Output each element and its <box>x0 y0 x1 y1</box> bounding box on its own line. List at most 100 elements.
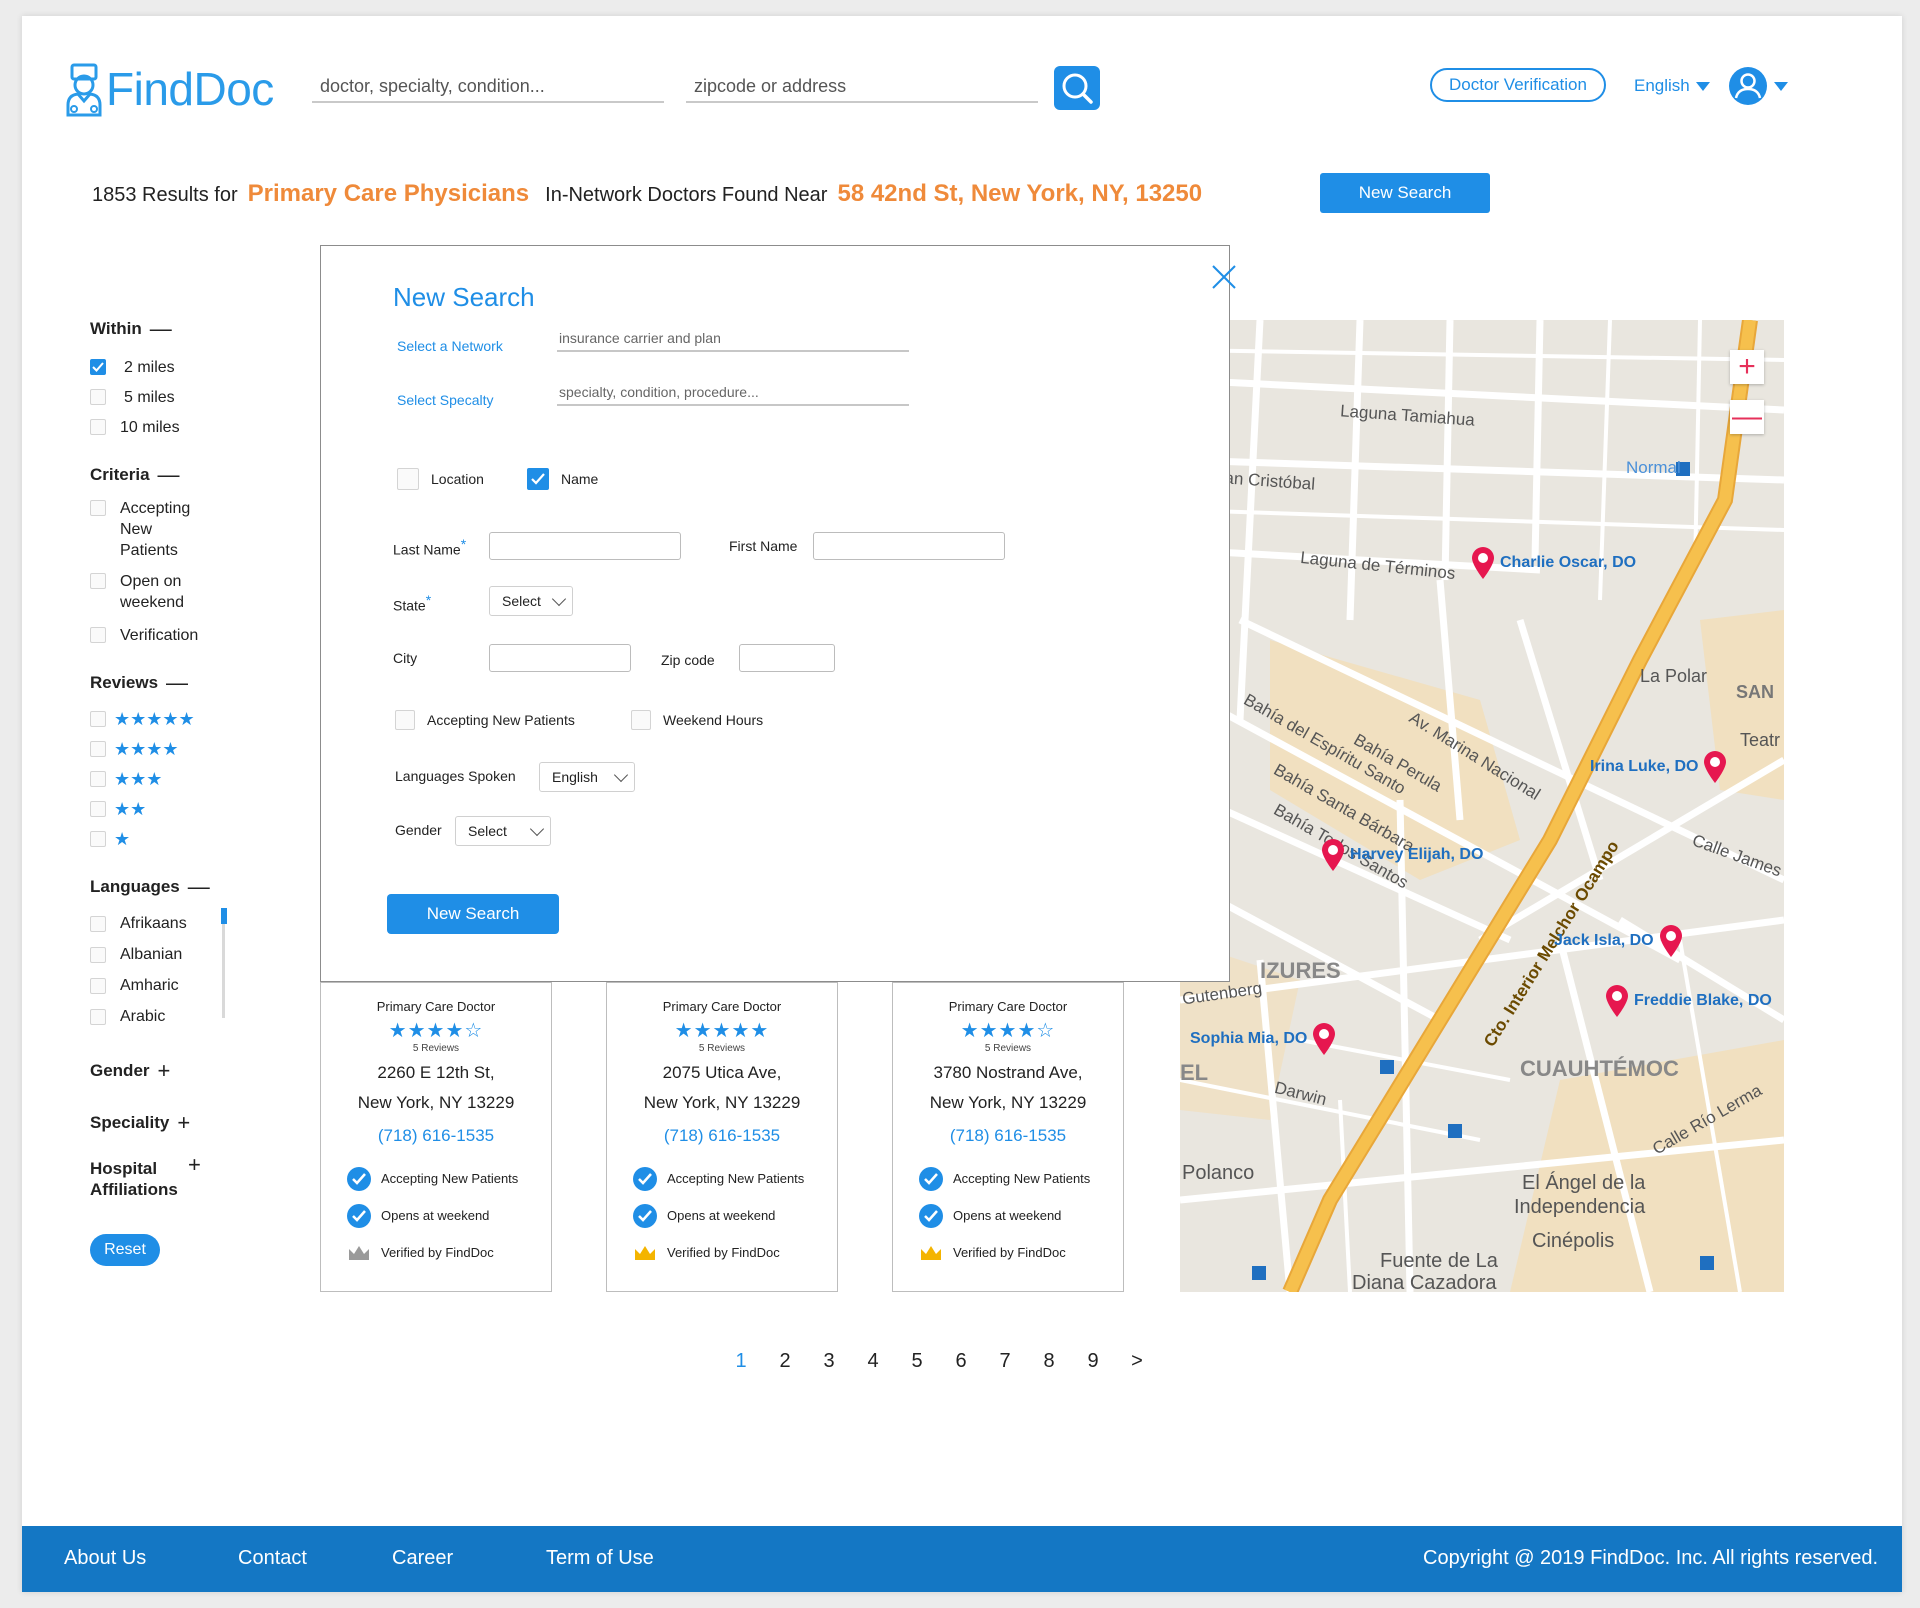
map[interactable]: Laguna Tamiahua una San Cristóbal Laguna… <box>1180 320 1784 1292</box>
doctor-phone[interactable]: (718) 616-1535 <box>607 1126 837 1146</box>
user-menu[interactable] <box>1728 66 1788 106</box>
language-dropdown[interactable]: English <box>1634 76 1710 96</box>
checkbox[interactable] <box>90 711 106 727</box>
review-count[interactable]: 5 Reviews <box>893 1043 1123 1054</box>
within-heading[interactable]: Within — <box>90 316 290 342</box>
hospital-heading[interactable]: Hospital Affiliations + <box>90 1154 290 1200</box>
languages-heading[interactable]: Languages — <box>90 874 290 900</box>
map-doctor-pin[interactable]: Irina Luke, DO <box>1590 750 1728 784</box>
zip-input[interactable] <box>739 644 835 672</box>
page-link-current[interactable]: 1 <box>719 1350 763 1373</box>
doctor-card[interactable]: Primary Care Doctor ★★★★☆ 5 Reviews 2260… <box>320 982 552 1292</box>
page-link[interactable]: 7 <box>983 1350 1027 1373</box>
specialty-input[interactable] <box>557 380 909 406</box>
gender-select[interactable]: Select <box>455 816 551 846</box>
language-option[interactable]: Amharic <box>90 970 225 1001</box>
reviews-option-5[interactable]: ★★★★★ <box>90 704 290 734</box>
map-doctor-pin[interactable]: Harvey Elijah, DO <box>1320 838 1483 872</box>
zoom-out-button[interactable]: — <box>1730 400 1764 434</box>
doctor-card[interactable]: Primary Care Doctor ★★★★☆ 5 Reviews 3780… <box>892 982 1124 1292</box>
within-option-5[interactable]: 5 miles <box>90 382 290 412</box>
map-doctor-pin[interactable]: Freddie Blake, DO <box>1604 984 1772 1018</box>
languages-scrollbar[interactable] <box>220 908 227 1018</box>
scrollbar-thumb[interactable] <box>220 908 227 924</box>
network-input[interactable] <box>557 326 909 352</box>
page-link[interactable]: 9 <box>1071 1350 1115 1373</box>
checkbox[interactable] <box>90 389 106 405</box>
doctor-phone[interactable]: (718) 616-1535 <box>321 1126 551 1146</box>
page-link[interactable]: 4 <box>851 1350 895 1373</box>
page-link[interactable]: 5 <box>895 1350 939 1373</box>
checkbox[interactable] <box>90 1008 106 1025</box>
checkbox[interactable] <box>90 573 106 589</box>
footer-link-about[interactable]: About Us <box>64 1547 146 1570</box>
checkbox[interactable] <box>90 831 106 847</box>
doctor-verification-button[interactable]: Doctor Verification <box>1430 68 1606 102</box>
caret-down-icon <box>1695 81 1710 91</box>
criteria-heading[interactable]: Criteria — <box>90 462 290 488</box>
location-search-input[interactable] <box>686 72 1038 103</box>
page-link[interactable]: 8 <box>1027 1350 1071 1373</box>
page-link[interactable]: 3 <box>807 1350 851 1373</box>
first-name-input[interactable] <box>813 532 1005 560</box>
reviews-option-2[interactable]: ★★ <box>90 794 290 824</box>
review-count[interactable]: 5 Reviews <box>321 1043 551 1054</box>
doctor-phone[interactable]: (718) 616-1535 <box>893 1126 1123 1146</box>
criteria-verification[interactable]: Verification <box>90 625 290 646</box>
doctor-card[interactable]: Primary Care Doctor ★★★★★ 5 Reviews 2075… <box>606 982 838 1292</box>
page-link[interactable]: 6 <box>939 1350 983 1373</box>
city-input[interactable] <box>489 644 631 672</box>
language-option[interactable]: Arabic <box>90 1001 225 1032</box>
name-toggle[interactable]: Name <box>527 468 598 490</box>
checkbox[interactable] <box>397 468 419 490</box>
criteria-accepting[interactable]: Accepting New Patients <box>90 498 290 561</box>
checkbox[interactable] <box>90 771 106 787</box>
checkbox[interactable] <box>90 500 106 516</box>
footer-link-career[interactable]: Career <box>392 1547 453 1570</box>
search-button[interactable] <box>1054 66 1100 110</box>
reset-button[interactable]: Reset <box>90 1234 160 1266</box>
checkbox[interactable] <box>395 710 415 730</box>
map-doctor-pin[interactable]: Sophia Mia, DO <box>1190 1022 1337 1056</box>
reviews-option-4[interactable]: ★★★★ <box>90 734 290 764</box>
language-option[interactable]: Afrikaans <box>90 908 225 939</box>
checkbox-checked[interactable] <box>527 468 549 490</box>
modal-submit-button[interactable]: New Search <box>387 894 559 934</box>
within-option-2[interactable]: 2 miles <box>90 352 290 382</box>
new-search-button[interactable]: New Search <box>1320 173 1490 213</box>
map-doctor-pin[interactable]: Charlie Oscar, DO <box>1470 546 1636 580</box>
checkbox[interactable] <box>631 710 651 730</box>
checkbox[interactable] <box>90 419 106 435</box>
checkbox-checked[interactable] <box>90 359 106 375</box>
reviews-option-1[interactable]: ★ <box>90 824 290 854</box>
map-doctor-pin[interactable]: Jack Isla, DO <box>1554 924 1684 958</box>
footer-link-terms[interactable]: Term of Use <box>546 1547 654 1570</box>
checkbox[interactable] <box>90 915 106 932</box>
language-option[interactable]: Albanian <box>90 939 225 970</box>
accepting-option[interactable]: Accepting New Patients <box>395 710 575 730</box>
checkbox[interactable] <box>90 627 106 643</box>
close-button[interactable] <box>1211 264 1237 295</box>
weekend-option[interactable]: Weekend Hours <box>631 710 763 730</box>
reviews-option-3[interactable]: ★★★ <box>90 764 290 794</box>
location-toggle[interactable]: Location <box>397 468 484 490</box>
reviews-heading[interactable]: Reviews — <box>90 670 290 696</box>
logo[interactable]: FindDoc <box>64 54 279 124</box>
checkbox[interactable] <box>90 977 106 994</box>
footer-link-contact[interactable]: Contact <box>238 1547 307 1570</box>
page-link[interactable]: 2 <box>763 1350 807 1373</box>
zoom-in-button[interactable]: + <box>1730 350 1764 384</box>
criteria-weekend[interactable]: Open on weekend <box>90 571 290 613</box>
languages-select[interactable]: English <box>539 762 635 792</box>
review-count[interactable]: 5 Reviews <box>607 1043 837 1054</box>
last-name-input[interactable] <box>489 532 681 560</box>
next-page-link[interactable]: > <box>1115 1350 1159 1373</box>
doctor-search-input[interactable] <box>312 72 664 103</box>
within-option-10[interactable]: 10 miles <box>90 412 290 442</box>
checkbox[interactable] <box>90 741 106 757</box>
gender-heading[interactable]: Gender + <box>90 1058 290 1084</box>
state-select[interactable]: Select <box>489 586 573 616</box>
speciality-heading[interactable]: Speciality + <box>90 1110 290 1136</box>
checkbox[interactable] <box>90 801 106 817</box>
checkbox[interactable] <box>90 946 106 963</box>
